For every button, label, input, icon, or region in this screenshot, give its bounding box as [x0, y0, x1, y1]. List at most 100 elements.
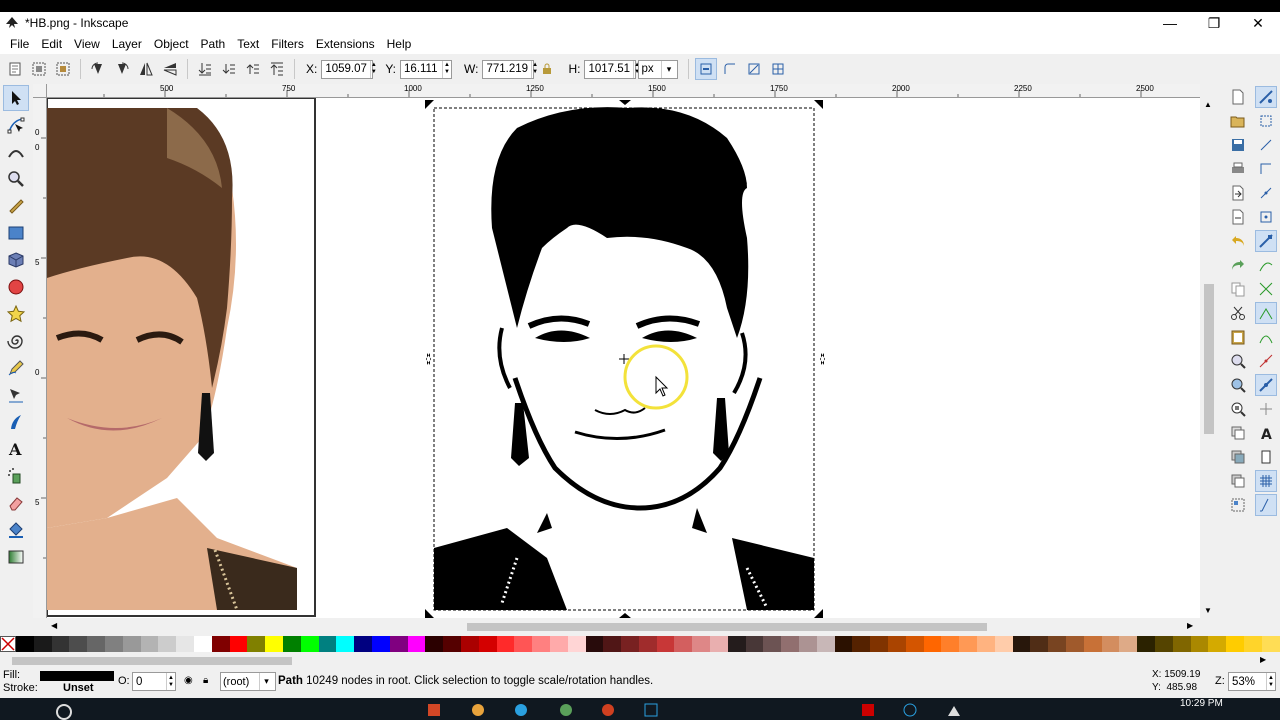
lock-aspect-button[interactable] [538, 63, 556, 75]
swatch[interactable] [69, 636, 88, 652]
scale-stroke-button[interactable] [695, 58, 718, 80]
swatch[interactable] [460, 636, 479, 652]
swatch[interactable] [1119, 636, 1138, 652]
swatch[interactable] [87, 636, 105, 652]
swatch[interactable] [834, 636, 853, 652]
w-input[interactable]: 771.219 ▲ ▼ [482, 59, 538, 79]
menu-help[interactable]: Help [381, 37, 418, 51]
x-input[interactable]: 1059.07 ▲ ▼ [321, 59, 377, 79]
swatch[interactable] [51, 636, 70, 652]
spiral-tool[interactable] [3, 328, 29, 354]
swatch[interactable] [407, 636, 426, 652]
swatch[interactable] [763, 636, 782, 652]
swatch[interactable] [104, 636, 123, 652]
text-tool[interactable]: A [3, 436, 29, 462]
opacity-input[interactable]: 0 ▲ ▼ [132, 672, 176, 691]
lower-button[interactable] [218, 58, 240, 80]
horizontal-ruler[interactable]: 500 750 1000 1250 1500 1750 2000 2250 25… [47, 84, 1200, 98]
undo-button[interactable] [1227, 230, 1249, 252]
no-paint-swatch[interactable] [0, 636, 16, 652]
vertical-scroll-thumb[interactable] [1204, 284, 1214, 434]
eye-icon[interactable]: ◉ [184, 675, 193, 686]
swatch[interactable] [158, 636, 177, 652]
swatch[interactable] [1030, 636, 1049, 652]
rotate-ccw-button[interactable] [87, 58, 109, 80]
swatch[interactable] [1083, 636, 1102, 652]
scale-corners-button[interactable] [719, 58, 741, 80]
snap-bbox-center[interactable] [1255, 206, 1277, 228]
copy-button[interactable] [1227, 278, 1249, 300]
swatch[interactable] [781, 636, 800, 652]
spray-tool[interactable] [3, 463, 29, 489]
swatch[interactable] [977, 636, 995, 652]
zoom-selection-button[interactable] [1227, 350, 1249, 372]
lock-icon[interactable]: 🔒︎ [203, 675, 208, 686]
select-all-layers-button[interactable] [28, 58, 50, 80]
palette-scroll-thumb[interactable] [12, 657, 292, 665]
snap-text-baseline[interactable]: A [1255, 422, 1277, 444]
swatch[interactable] [1226, 636, 1244, 652]
clone-button[interactable] [1227, 446, 1249, 468]
drawing-canvas[interactable] [47, 98, 1200, 618]
star-tool[interactable] [3, 301, 29, 327]
lower-to-bottom-button[interactable] [194, 58, 216, 80]
zoom-drawing-button[interactable] [1227, 374, 1249, 396]
swatch[interactable] [923, 636, 942, 652]
raise-to-top-button[interactable] [266, 58, 288, 80]
swatch[interactable] [567, 636, 586, 652]
flip-vertical-button[interactable] [159, 58, 181, 80]
swatch[interactable] [638, 636, 657, 652]
swatch[interactable] [1012, 636, 1031, 652]
swatch[interactable] [1137, 636, 1155, 652]
menu-text[interactable]: Text [231, 37, 265, 51]
measure-tool[interactable] [3, 193, 29, 219]
snap-rotation-center[interactable] [1255, 398, 1277, 420]
swatch[interactable] [33, 636, 52, 652]
fill-swatch[interactable] [40, 671, 114, 681]
scroll-right-icon[interactable]: ▶ [1187, 621, 1193, 630]
menu-file[interactable]: File [4, 37, 35, 51]
swatch[interactable] [959, 636, 978, 652]
cut-button[interactable] [1227, 302, 1249, 324]
horizontal-scrollbar[interactable]: ◀ ▶ [47, 620, 1200, 634]
swatch[interactable] [621, 636, 639, 652]
zoom-spin-arrows[interactable]: ▲ ▼ [1266, 673, 1275, 690]
snap-cusp-nodes[interactable] [1255, 302, 1277, 324]
swatch[interactable] [870, 636, 889, 652]
swatch[interactable] [745, 636, 764, 652]
menu-filters[interactable]: Filters [265, 37, 310, 51]
swatch[interactable] [905, 636, 924, 652]
snap-bbox-corner[interactable] [1255, 158, 1277, 180]
redo-button[interactable] [1227, 254, 1249, 276]
swatch[interactable] [247, 636, 266, 652]
swatch[interactable] [532, 636, 550, 652]
import-button[interactable] [1227, 182, 1249, 204]
zoom-tool[interactable] [3, 166, 29, 192]
swatch[interactable] [549, 636, 568, 652]
swatch[interactable] [888, 636, 906, 652]
h-input[interactable]: 1017.51 ▲ ▼ [584, 59, 640, 79]
snap-object-centers[interactable] [1255, 374, 1277, 396]
swatch[interactable] [799, 636, 817, 652]
w-spin-arrows[interactable]: ▲ ▼ [531, 60, 538, 78]
swatch[interactable] [674, 636, 693, 652]
menu-path[interactable]: Path [195, 37, 232, 51]
y-spin-arrows[interactable]: ▲ ▼ [442, 60, 451, 78]
restore-button[interactable]: ❐ [1192, 12, 1236, 34]
snap-intersections[interactable] [1255, 278, 1277, 300]
minimize-button[interactable]: — [1148, 12, 1192, 34]
pencil-tool[interactable] [3, 355, 29, 381]
menu-layer[interactable]: Layer [106, 37, 148, 51]
close-button[interactable]: ✕ [1236, 12, 1280, 34]
swatch[interactable] [229, 636, 248, 652]
node-tool[interactable] [3, 112, 29, 138]
vertical-scrollbar[interactable]: ▲ ▼ [1200, 98, 1218, 618]
swatch[interactable] [371, 636, 390, 652]
swatch[interactable] [1048, 636, 1067, 652]
y-input[interactable]: 16.111 ▲ ▼ [400, 59, 453, 79]
swatch[interactable] [710, 636, 728, 652]
swatch[interactable] [265, 636, 283, 652]
swatch[interactable] [496, 636, 515, 652]
paste-button[interactable] [1227, 326, 1249, 348]
eraser-tool[interactable] [3, 490, 29, 516]
